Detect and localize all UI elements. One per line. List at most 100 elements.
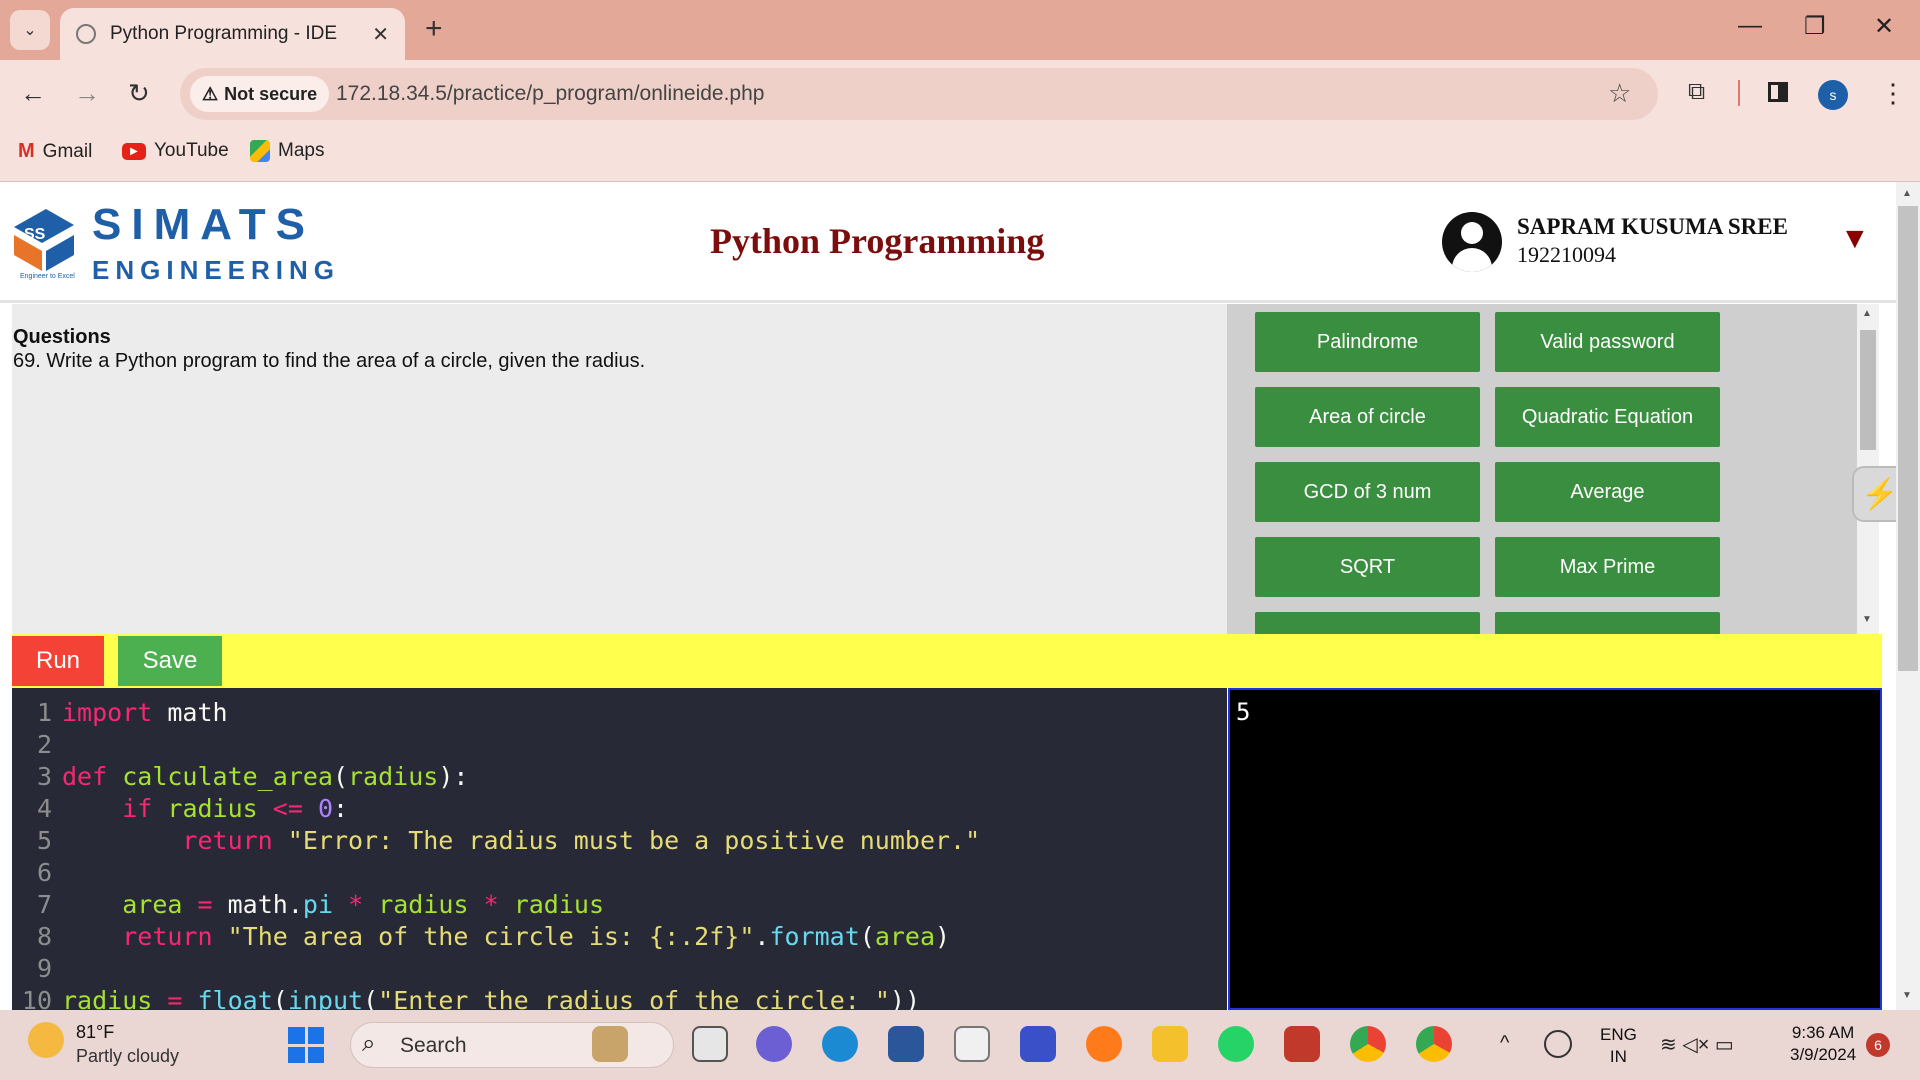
question-button-average[interactable]: Average <box>1495 462 1720 522</box>
code-line: 8 return "The area of the circle is: {:.… <box>36 922 951 951</box>
url-text[interactable]: 172.18.34.5/practice/p_program/onlineide… <box>336 82 764 106</box>
chrome-profile-icon[interactable] <box>1416 1026 1452 1062</box>
page-scroll-down-icon[interactable]: ▼ <box>1902 990 1912 1001</box>
bookmark-label: YouTube <box>154 140 229 161</box>
question-text: 69. Write a Python program to find the a… <box>13 350 646 372</box>
search-highlight-icon[interactable] <box>592 1026 628 1062</box>
code-line: 4 if radius <= 0: <box>36 794 349 823</box>
mcafee-icon[interactable] <box>1284 1026 1320 1062</box>
bookmark-label: Gmail <box>42 140 93 162</box>
clock-time: 9:36 AM <box>1791 1023 1855 1042</box>
search-icon: ⌕ <box>362 1030 376 1057</box>
tab-title: Python Programming - IDE <box>110 23 338 44</box>
action-bar <box>12 634 1882 688</box>
page-scroll-up-icon[interactable]: ▲ <box>1902 188 1912 199</box>
weather-temp[interactable]: 81°F <box>76 1022 114 1043</box>
menu-kebab-icon[interactable]: ⋮ <box>1880 78 1906 109</box>
side-panel-icon[interactable] <box>1768 82 1788 102</box>
minimize-icon[interactable]: — <box>1738 12 1762 40</box>
logo-tagline: Engineer to Excel <box>20 273 75 280</box>
user-name: SAPRAM KUSUMA SREE <box>1517 214 1788 239</box>
lang-top: ENG <box>1600 1025 1637 1044</box>
warning-icon: ⚠ <box>202 83 219 104</box>
scroll-up-icon[interactable]: ▲ <box>1862 308 1872 319</box>
svg-text:SS: SS <box>24 226 46 243</box>
question-heading: Questions <box>13 326 111 348</box>
security-label: Not secure <box>224 83 318 104</box>
question-button-partial[interactable] <box>1495 612 1720 634</box>
run-button[interactable]: Run <box>12 636 104 686</box>
save-button[interactable]: Save <box>118 636 222 686</box>
user-avatar-icon[interactable] <box>1442 212 1502 272</box>
back-icon[interactable]: ← <box>20 78 46 109</box>
output-console[interactable] <box>1228 688 1882 1010</box>
reload-icon[interactable]: ↻ <box>128 78 150 109</box>
windows-start-icon[interactable] <box>288 1027 324 1063</box>
restore-icon[interactable]: ❐ <box>1804 12 1826 41</box>
toolbar-divider <box>1738 80 1740 106</box>
question-button-partial[interactable] <box>1255 612 1480 634</box>
clock[interactable]: 9:36 AM 3/9/2024 <box>1790 1022 1856 1066</box>
question-button-palindrome[interactable]: Palindrome <box>1255 312 1480 372</box>
globe-icon <box>76 24 96 44</box>
page-title: Python Programming <box>710 221 1045 261</box>
close-tab-icon[interactable]: ✕ <box>372 22 389 47</box>
word-icon[interactable] <box>888 1026 924 1062</box>
chrome-icon[interactable] <box>1350 1026 1386 1062</box>
security-chip[interactable]: ⚠ Not secure <box>190 76 330 112</box>
code-line: 7 area = math.pi * radius * radius <box>36 890 604 919</box>
bookmark-gmail[interactable]: M Gmail <box>18 140 92 163</box>
notification-badge[interactable]: 6 <box>1866 1033 1890 1057</box>
tab-search-button[interactable]: ⌄ <box>10 10 50 50</box>
sync-icon[interactable] <box>1544 1030 1572 1058</box>
code-line: 1 import math <box>36 698 228 727</box>
wifi-volume-battery-icon[interactable]: ≋ ◁× ▭ <box>1660 1032 1734 1057</box>
bookmark-maps[interactable]: Maps <box>250 140 324 162</box>
question-button-gcd[interactable]: GCD of 3 num <box>1255 462 1480 522</box>
profile-avatar[interactable]: s <box>1818 80 1848 110</box>
logo-text-bottom: ENGINEERING <box>92 255 341 285</box>
tray-overflow-icon[interactable]: ^ <box>1500 1032 1509 1055</box>
user-menu-caret-icon[interactable]: ▼ <box>1840 222 1870 256</box>
question-button-area-of-circle[interactable]: Area of circle <box>1255 387 1480 447</box>
question-button-max-prime[interactable]: Max Prime <box>1495 537 1720 597</box>
close-window-icon[interactable]: ✕ <box>1874 12 1894 41</box>
scroll-down-icon[interactable]: ▼ <box>1862 614 1872 625</box>
page-scroll-thumb[interactable] <box>1898 206 1918 671</box>
clock-date: 3/9/2024 <box>1790 1045 1857 1064</box>
language-indicator[interactable]: ENG IN <box>1600 1024 1637 1068</box>
maps-icon <box>250 140 270 162</box>
code-editor[interactable]: 1 import math 2 3 def calculate_area(radiu… <box>12 688 1227 1010</box>
question-button-sqrt[interactable]: SQRT <box>1255 537 1480 597</box>
simats-logo-icon: SS <box>14 209 74 271</box>
new-tab-button[interactable]: + <box>425 12 443 46</box>
code-line: 10 radius = float(input("Enter the radius… <box>21 986 921 1010</box>
question-buttons-panel: Palindrome Valid password Area of circle… <box>1227 304 1857 634</box>
app-icon[interactable] <box>1020 1026 1056 1062</box>
bookmark-star-icon[interactable]: ☆ <box>1608 78 1631 109</box>
whatsapp-icon[interactable] <box>1218 1026 1254 1062</box>
code-line: 3 def calculate_area(radius): <box>36 762 469 791</box>
question-button-valid-password[interactable]: Valid password <box>1495 312 1720 372</box>
bookmark-youtube[interactable]: ▶ YouTube <box>122 140 229 162</box>
search-placeholder[interactable]: Search <box>400 1034 467 1058</box>
logo-text-top: SIMATS <box>92 200 315 249</box>
firefox-icon[interactable] <box>1086 1026 1122 1062</box>
meet-icon[interactable] <box>756 1026 792 1062</box>
extensions-icon[interactable]: ⧉ <box>1688 78 1705 106</box>
edge-icon[interactable] <box>822 1026 858 1062</box>
forward-icon[interactable]: → <box>74 78 100 109</box>
user-id: 192210094 <box>1517 242 1616 267</box>
header-divider <box>0 300 1900 303</box>
store-icon[interactable] <box>954 1026 990 1062</box>
bookmark-label: Maps <box>278 140 325 161</box>
weather-partly-cloudy-icon[interactable] <box>28 1022 64 1058</box>
browser-tab[interactable]: Python Programming - IDE ✕ <box>60 8 405 60</box>
questions-scroll-thumb[interactable] <box>1860 330 1876 450</box>
question-button-quadratic-equation[interactable]: Quadratic Equation <box>1495 387 1720 447</box>
youtube-icon: ▶ <box>122 142 146 160</box>
code-line: 9 <box>36 954 52 983</box>
file-explorer-icon[interactable] <box>1152 1026 1188 1062</box>
weather-desc[interactable]: Partly cloudy <box>76 1046 179 1067</box>
task-view-icon[interactable] <box>692 1026 728 1062</box>
